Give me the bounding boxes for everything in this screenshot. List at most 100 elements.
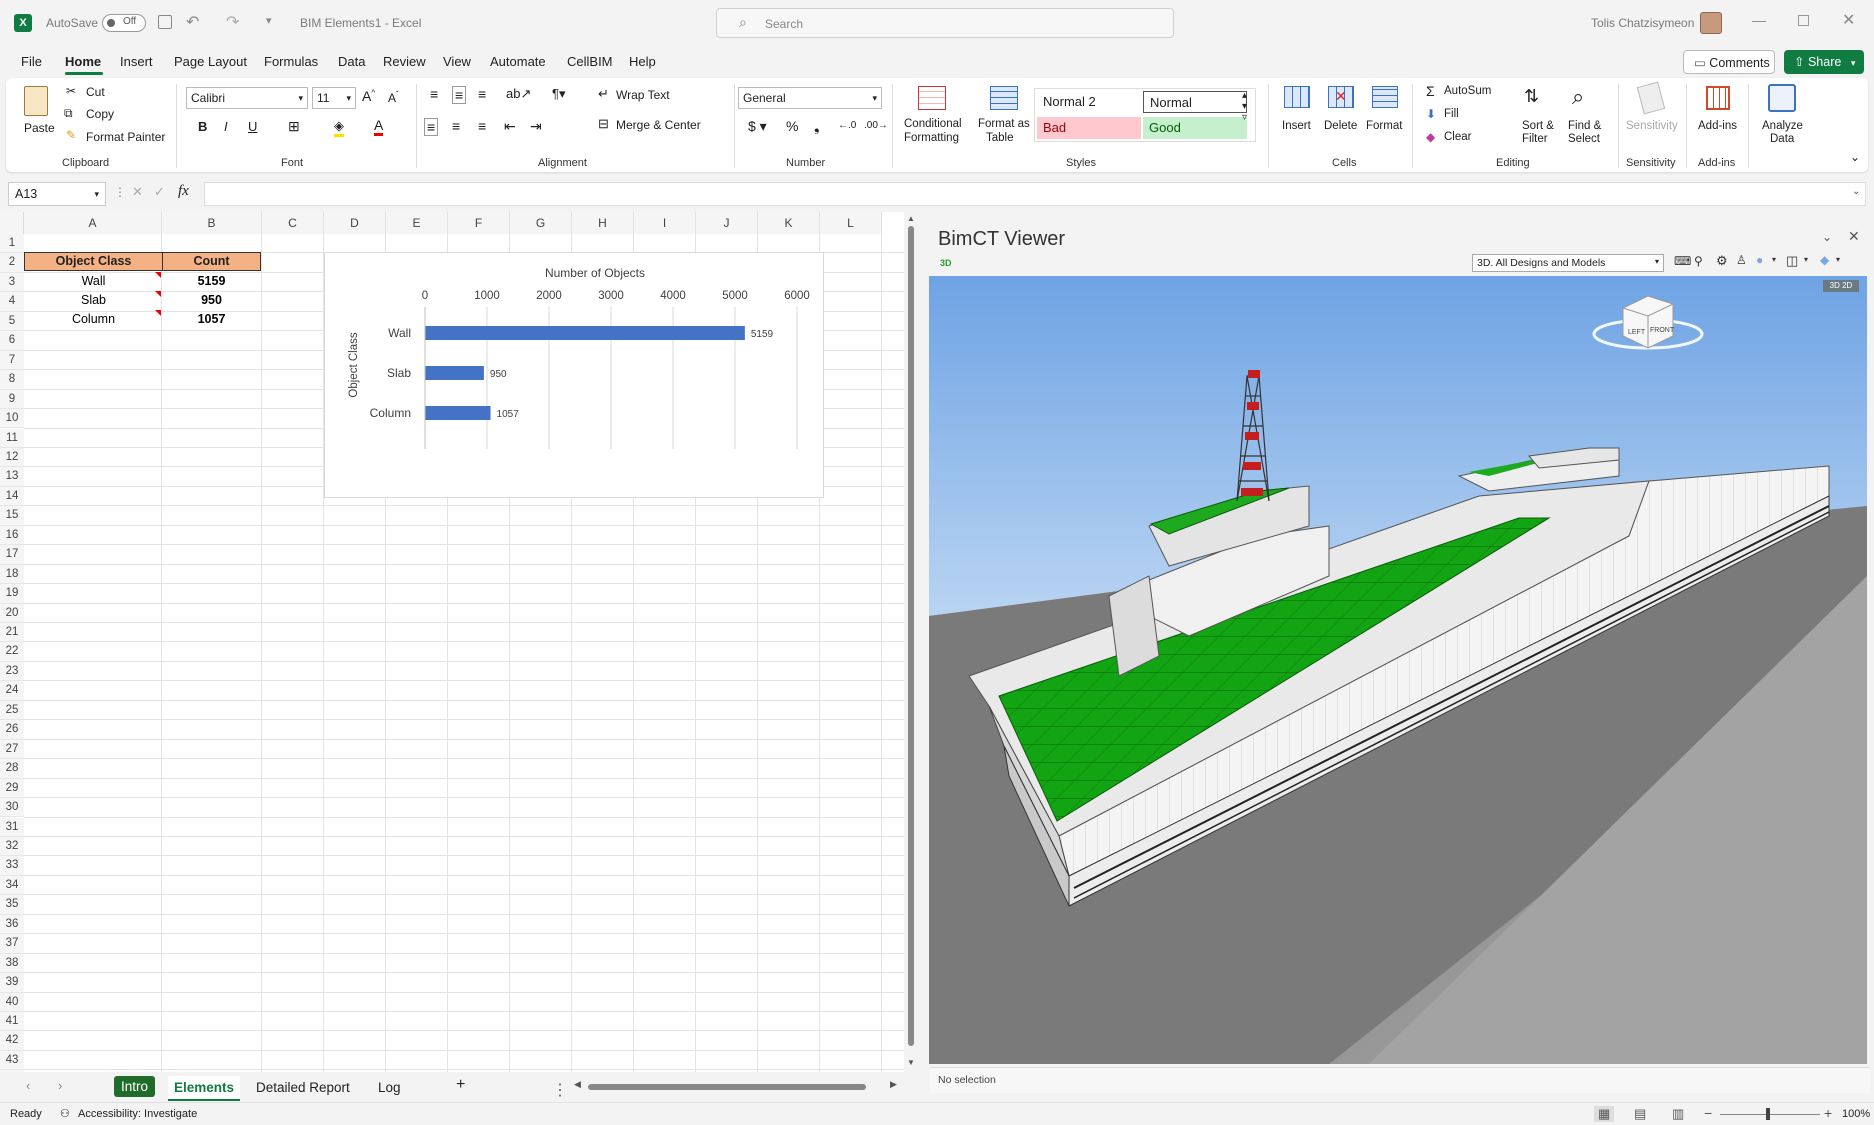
tab-home[interactable]: Home (65, 54, 101, 69)
sheet-tab-log[interactable]: Log (372, 1076, 407, 1099)
font-name-select[interactable]: Calibri ▾ (186, 87, 308, 109)
prev-sheet-icon[interactable]: ‹ (26, 1078, 30, 1093)
add-sheet-button[interactable]: + (450, 1072, 471, 1098)
row-header[interactable]: 23 (0, 661, 24, 682)
name-box[interactable]: A13 ▾ (8, 182, 106, 206)
insert-cells-button[interactable]: Insert (1282, 120, 1311, 132)
align-right-icon[interactable]: ≡ (478, 118, 486, 134)
row-header[interactable]: 3 (0, 272, 24, 293)
sensitivity-button[interactable]: Sensitivity (1626, 120, 1678, 132)
increase-decimal-icon[interactable]: ←.0 (838, 120, 856, 131)
delete-cells-button[interactable]: Delete (1324, 120, 1357, 132)
tab-automate[interactable]: Automate (490, 54, 546, 69)
cube-view-icon[interactable]: ◫ (1786, 253, 1798, 269)
italic-icon[interactable]: I (224, 119, 228, 134)
row-header[interactable]: 36 (0, 914, 24, 935)
column-header[interactable]: L (820, 212, 882, 234)
style-bad[interactable]: Bad (1037, 117, 1141, 139)
merge-center-button[interactable]: Merge & Center (616, 118, 701, 132)
row-header[interactable]: 17 (0, 545, 24, 565)
row-header[interactable]: 11 (0, 428, 24, 448)
conditional-formatting-button[interactable]: Conditional (904, 118, 962, 130)
table-cell-class[interactable]: Column (24, 312, 163, 326)
3d-viewport[interactable]: LEFT FRONT 3D 2D (929, 276, 1867, 1064)
decrease-indent-icon[interactable]: ⇤ (504, 118, 516, 135)
cube-face-left[interactable]: LEFT (1628, 329, 1646, 336)
row-header[interactable]: 26 (0, 720, 24, 740)
add-ins-button[interactable]: Add-ins (1698, 120, 1737, 132)
row-header[interactable]: 43 (0, 1050, 24, 1071)
scroll-down-icon[interactable]: ▼ (907, 1058, 915, 1067)
row-header[interactable]: 1 (0, 234, 24, 254)
row-header[interactable]: 21 (0, 623, 24, 643)
row-header[interactable]: 9 (0, 389, 24, 410)
decrease-decimal-icon[interactable]: .00→ (864, 120, 888, 131)
format-as-table-button-line2[interactable]: Table (986, 132, 1014, 144)
sheet-tab-detailed-report[interactable]: Detailed Report (250, 1076, 356, 1099)
collapse-ribbon-icon[interactable]: ⌄ (1850, 150, 1860, 164)
column-header[interactable]: G (510, 212, 572, 234)
decrease-font-icon[interactable]: Aˇ (388, 90, 399, 105)
row-header[interactable]: 24 (0, 681, 24, 701)
format-as-table-button[interactable]: Format as (978, 118, 1030, 130)
customize-qat-icon[interactable]: ▾ (266, 14, 272, 27)
tab-file[interactable]: File (21, 54, 42, 69)
table-header-object-class[interactable]: Object Class (24, 252, 163, 271)
clear-button[interactable]: Clear (1444, 131, 1471, 143)
text-direction-icon[interactable]: ¶▾ (552, 86, 566, 102)
hscroll-right-icon[interactable]: ▶ (890, 1079, 897, 1090)
tab-insert[interactable]: Insert (120, 54, 153, 69)
sort-filter-button[interactable]: Sort & (1522, 120, 1554, 132)
paste-button[interactable]: Paste (24, 121, 55, 135)
horizontal-scrollbar-thumb[interactable] (588, 1084, 866, 1090)
row-header[interactable]: 6 (0, 331, 24, 351)
sort-filter-button-line2[interactable]: Filter (1522, 133, 1548, 145)
tab-help[interactable]: Help (629, 54, 656, 69)
insert-function-icon[interactable]: fx (178, 183, 189, 200)
row-header[interactable]: 33 (0, 856, 24, 876)
row-header[interactable]: 12 (0, 447, 24, 468)
chevron-down-icon[interactable]: ▾ (1772, 255, 1776, 264)
table-cell-count[interactable]: 5159 (162, 274, 261, 288)
bar-chart[interactable]: Number of Objects 0 1000 2000 3000 4000 5000 60… (324, 252, 824, 498)
gamepad-icon[interactable]: ⌨ (1674, 254, 1691, 268)
row-header[interactable]: 7 (0, 350, 24, 371)
more-sheets-icon[interactable]: ⋮ (552, 1080, 568, 1100)
font-color-icon[interactable]: A (374, 117, 384, 136)
row-header[interactable]: 14 (0, 486, 24, 507)
redo-icon[interactable]: ↷ (226, 12, 239, 32)
row-header[interactable]: 35 (0, 895, 24, 915)
borders-icon[interactable]: ⊞ (288, 118, 300, 135)
underline-icon[interactable]: U (248, 119, 257, 134)
row-header[interactable]: 16 (0, 525, 24, 546)
row-header[interactable]: 31 (0, 817, 24, 837)
comments-button[interactable]: ▭ Comments (1683, 50, 1775, 74)
percent-icon[interactable]: % (786, 118, 798, 134)
chevron-down-icon[interactable]: ▾ (1836, 255, 1840, 264)
conditional-formatting-button-line2[interactable]: Formatting (904, 132, 959, 144)
zoom-slider[interactable] (1720, 1114, 1820, 1115)
copy-button[interactable]: Copy (86, 107, 114, 121)
person-icon[interactable]: ♙ (1736, 253, 1747, 267)
align-bottom-icon[interactable]: ≡ (478, 86, 486, 102)
pane-options-icon[interactable]: ⌄ (1822, 230, 1832, 244)
row-header[interactable]: 20 (0, 603, 24, 623)
sheet-tab-intro[interactable]: Intro (114, 1076, 156, 1097)
column-header[interactable]: B (162, 212, 262, 234)
row-header[interactable]: 15 (0, 506, 24, 526)
tab-data[interactable]: Data (338, 54, 365, 69)
zoom-out-icon[interactable]: − (1704, 1105, 1712, 1121)
column-header[interactable]: J (696, 212, 758, 234)
tab-view[interactable]: View (443, 54, 471, 69)
column-header[interactable]: E (386, 212, 448, 234)
column-header[interactable]: A (24, 212, 162, 234)
scroll-up-icon[interactable]: ▲ (907, 214, 915, 223)
row-header[interactable]: 38 (0, 953, 24, 974)
cut-button[interactable]: Cut (86, 85, 105, 99)
font-size-select[interactable]: 11 ▾ (312, 87, 356, 109)
zoom-level[interactable]: 100% (1842, 1108, 1870, 1120)
page-layout-view-icon[interactable]: ▤ (1634, 1106, 1646, 1122)
row-header[interactable]: 22 (0, 642, 24, 662)
row-header[interactable]: 18 (0, 564, 24, 585)
tab-formulas[interactable]: Formulas (264, 54, 318, 69)
